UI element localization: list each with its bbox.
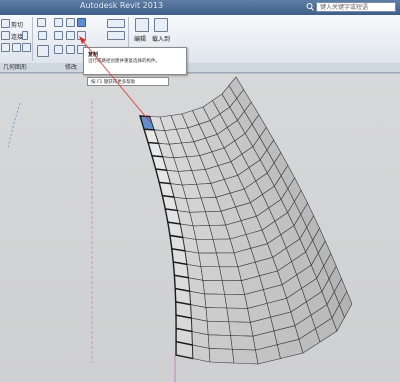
- callout-arrow: [79, 36, 151, 123]
- revit-window: Autodesk Revit 2013 键入关键字或短语 剪切 连接 编辑 载入…: [0, 0, 400, 382]
